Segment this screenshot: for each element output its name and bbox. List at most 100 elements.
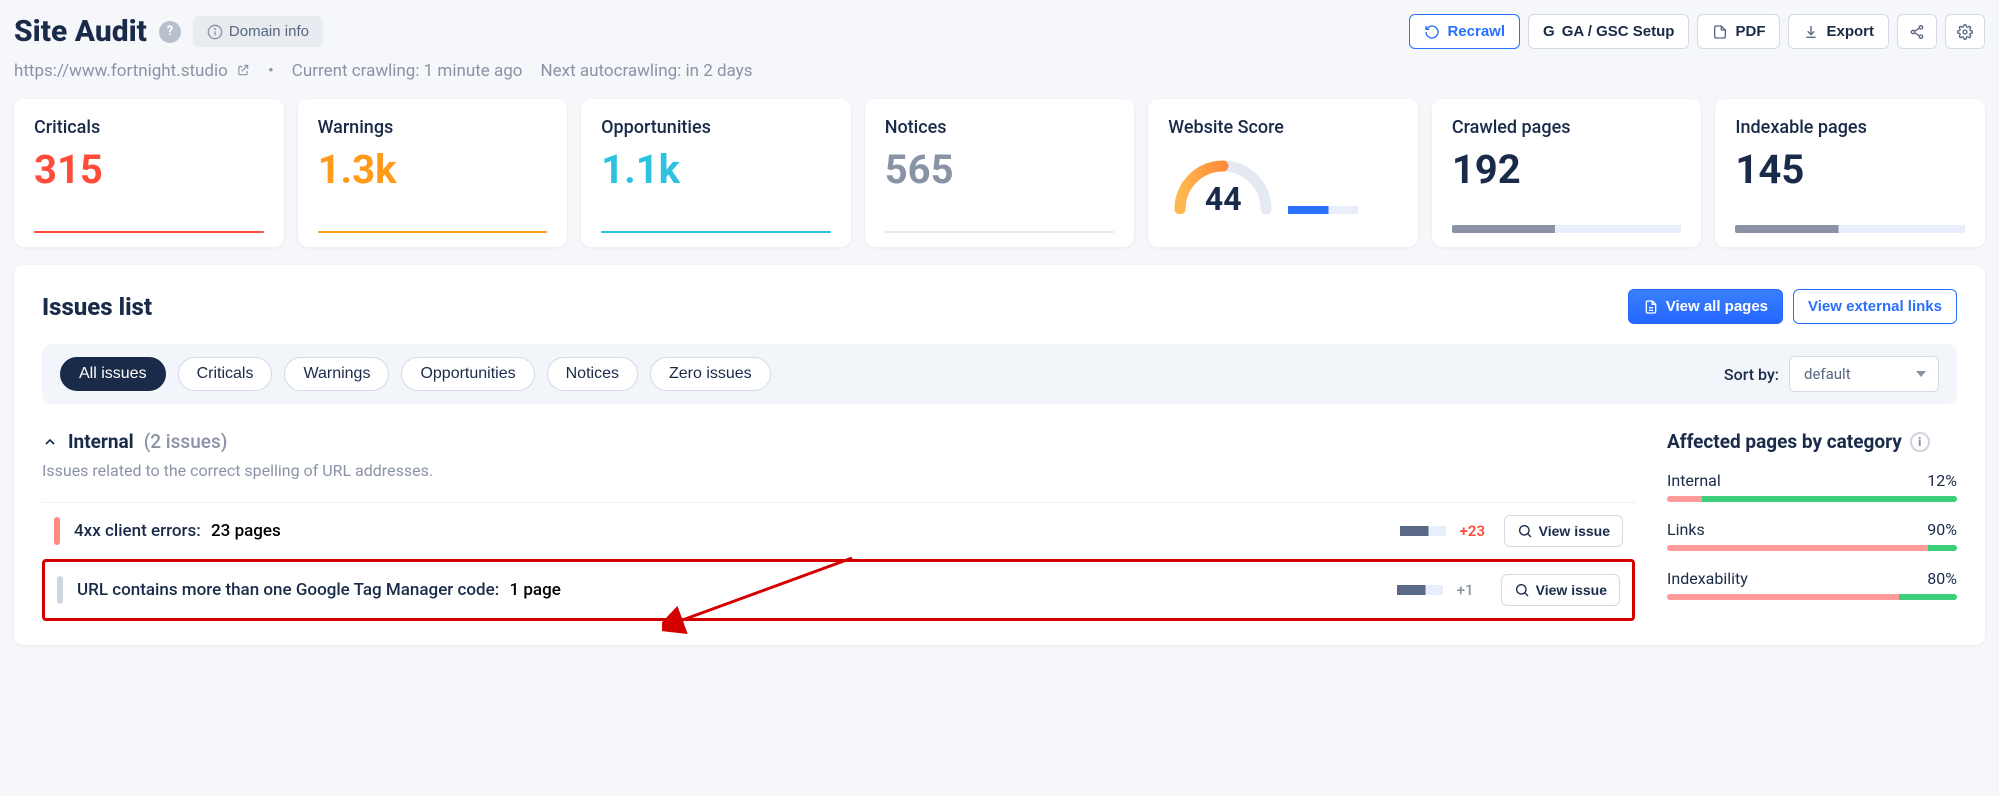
view-external-links-button[interactable]: View external links xyxy=(1793,289,1957,324)
category-bar xyxy=(1667,594,1957,600)
download-icon xyxy=(1803,24,1819,40)
severity-marker xyxy=(54,517,60,545)
separator-dot: • xyxy=(268,61,274,81)
info-icon[interactable]: i xyxy=(1910,432,1930,452)
card-underline xyxy=(885,231,1115,233)
ga-gsc-button[interactable]: G GA / GSC Setup xyxy=(1528,14,1689,49)
section-toggle-internal[interactable]: Internal (2 issues) xyxy=(42,430,1635,453)
info-icon xyxy=(207,24,223,40)
external-link-icon xyxy=(236,63,250,77)
score-trend-bar xyxy=(1288,206,1358,214)
sort-group: Sort by: default xyxy=(1724,356,1939,392)
view-issue-button[interactable]: View issue xyxy=(1501,574,1620,606)
issue-text: URL contains more than one Google Tag Ma… xyxy=(77,580,561,600)
issue-delta: +23 xyxy=(1460,522,1490,540)
issue-row-highlighted: URL contains more than one Google Tag Ma… xyxy=(42,559,1635,621)
panel-actions: View all pages View external links xyxy=(1628,289,1957,324)
card-value: 1.3k xyxy=(318,150,548,190)
issue-stats: +1 View issue xyxy=(1397,574,1620,606)
card-label: Website Score xyxy=(1168,117,1284,138)
export-button[interactable]: Export xyxy=(1788,14,1889,49)
card-underline xyxy=(1735,225,1965,233)
summary-cards: Criticals 315 Warnings 1.3k Opportunitie… xyxy=(14,99,1985,247)
card-underline xyxy=(318,231,548,233)
issue-text: 4xx client errors: 23 pages xyxy=(74,521,281,541)
category-item[interactable]: Links90% xyxy=(1667,520,1957,551)
card-crawled-pages[interactable]: Crawled pages 192 xyxy=(1432,99,1702,247)
card-label: Warnings xyxy=(318,117,548,138)
issue-trend-bar xyxy=(1397,585,1443,595)
issues-panel: Issues list View all pages View external… xyxy=(14,265,1985,645)
card-opportunities[interactable]: Opportunities 1.1k xyxy=(581,99,851,247)
issue-trend-bar xyxy=(1400,526,1446,536)
card-label: Notices xyxy=(885,117,1115,138)
issue-delta: +1 xyxy=(1457,581,1487,599)
view-issue-button[interactable]: View issue xyxy=(1504,515,1623,547)
card-value: 1.1k xyxy=(601,150,831,190)
card-value: 192 xyxy=(1452,150,1682,190)
issues-column: Internal (2 issues) Issues related to th… xyxy=(42,430,1635,621)
score-value: 44 xyxy=(1205,180,1242,214)
next-autocrawl-text: Next autocrawling: in 2 days xyxy=(541,61,753,81)
card-value: 145 xyxy=(1735,150,1965,190)
recrawl-button[interactable]: Recrawl xyxy=(1409,14,1520,49)
card-value: 315 xyxy=(34,150,264,190)
sort-select[interactable]: default xyxy=(1789,356,1939,392)
filter-criticals[interactable]: Criticals xyxy=(178,357,273,391)
share-icon xyxy=(1909,24,1925,40)
card-notices[interactable]: Notices 565 xyxy=(865,99,1135,247)
google-g-icon: G xyxy=(1543,23,1555,40)
sort-label: Sort by: xyxy=(1724,365,1779,384)
section-name: Internal xyxy=(68,430,134,453)
issue-stats: +23 View issue xyxy=(1400,515,1623,547)
domain-info-button[interactable]: Domain info xyxy=(193,16,323,47)
view-all-pages-button[interactable]: View all pages xyxy=(1628,289,1783,324)
card-criticals[interactable]: Criticals 315 xyxy=(14,99,284,247)
filter-opportunities[interactable]: Opportunities xyxy=(401,357,534,391)
domain-info-label: Domain info xyxy=(229,23,309,40)
card-label: Criticals xyxy=(34,117,264,138)
panel-title: Issues list xyxy=(42,293,152,321)
issue-row: 4xx client errors: 23 pages +23 View iss… xyxy=(42,502,1635,559)
header-left: Site Audit ? Domain info xyxy=(14,14,323,49)
severity-marker xyxy=(57,576,63,604)
filter-warnings[interactable]: Warnings xyxy=(284,357,389,391)
gear-icon xyxy=(1957,24,1973,40)
category-bar xyxy=(1667,496,1957,502)
refresh-icon xyxy=(1424,24,1440,40)
category-bar xyxy=(1667,545,1957,551)
card-underline xyxy=(34,231,264,233)
help-icon[interactable]: ? xyxy=(159,21,181,43)
chevron-up-icon xyxy=(42,434,58,450)
filter-bar: All issues Criticals Warnings Opportunit… xyxy=(42,344,1957,404)
categories-column: Affected pages by category i Internal12%… xyxy=(1667,430,1957,618)
subheader: https://www.fortnight.studio • Current c… xyxy=(14,61,1985,81)
filter-all-issues[interactable]: All issues xyxy=(60,357,166,391)
pdf-button[interactable]: PDF xyxy=(1697,14,1780,49)
score-gauge: 44 xyxy=(1168,154,1278,214)
share-button[interactable] xyxy=(1897,14,1937,49)
audit-url-link[interactable]: https://www.fortnight.studio xyxy=(14,61,250,81)
panel-header: Issues list View all pages View external… xyxy=(42,289,1957,324)
page-title: Site Audit xyxy=(14,14,147,49)
content-row: Internal (2 issues) Issues related to th… xyxy=(42,430,1957,621)
card-underline xyxy=(601,231,831,233)
card-warnings[interactable]: Warnings 1.3k xyxy=(298,99,568,247)
card-indexable-pages[interactable]: Indexable pages 145 xyxy=(1715,99,1985,247)
card-underline xyxy=(1452,225,1682,233)
search-icon xyxy=(1514,582,1530,598)
category-item[interactable]: Internal12% xyxy=(1667,471,1957,502)
card-label: Opportunities xyxy=(601,117,831,138)
section-count: (2 issues) xyxy=(144,430,228,453)
card-label: Indexable pages xyxy=(1735,117,1965,138)
settings-button[interactable] xyxy=(1945,14,1985,49)
category-item[interactable]: Indexability80% xyxy=(1667,569,1957,600)
section-description: Issues related to the correct spelling o… xyxy=(42,461,1635,480)
card-website-score[interactable]: Website Score 44 xyxy=(1148,99,1418,247)
filter-zero-issues[interactable]: Zero issues xyxy=(650,357,771,391)
page-header: Site Audit ? Domain info Recrawl G GA / … xyxy=(14,14,1985,49)
header-actions: Recrawl G GA / GSC Setup PDF Export xyxy=(1409,14,1985,49)
search-icon xyxy=(1517,523,1533,539)
filter-notices[interactable]: Notices xyxy=(547,357,638,391)
document-icon xyxy=(1643,299,1659,315)
